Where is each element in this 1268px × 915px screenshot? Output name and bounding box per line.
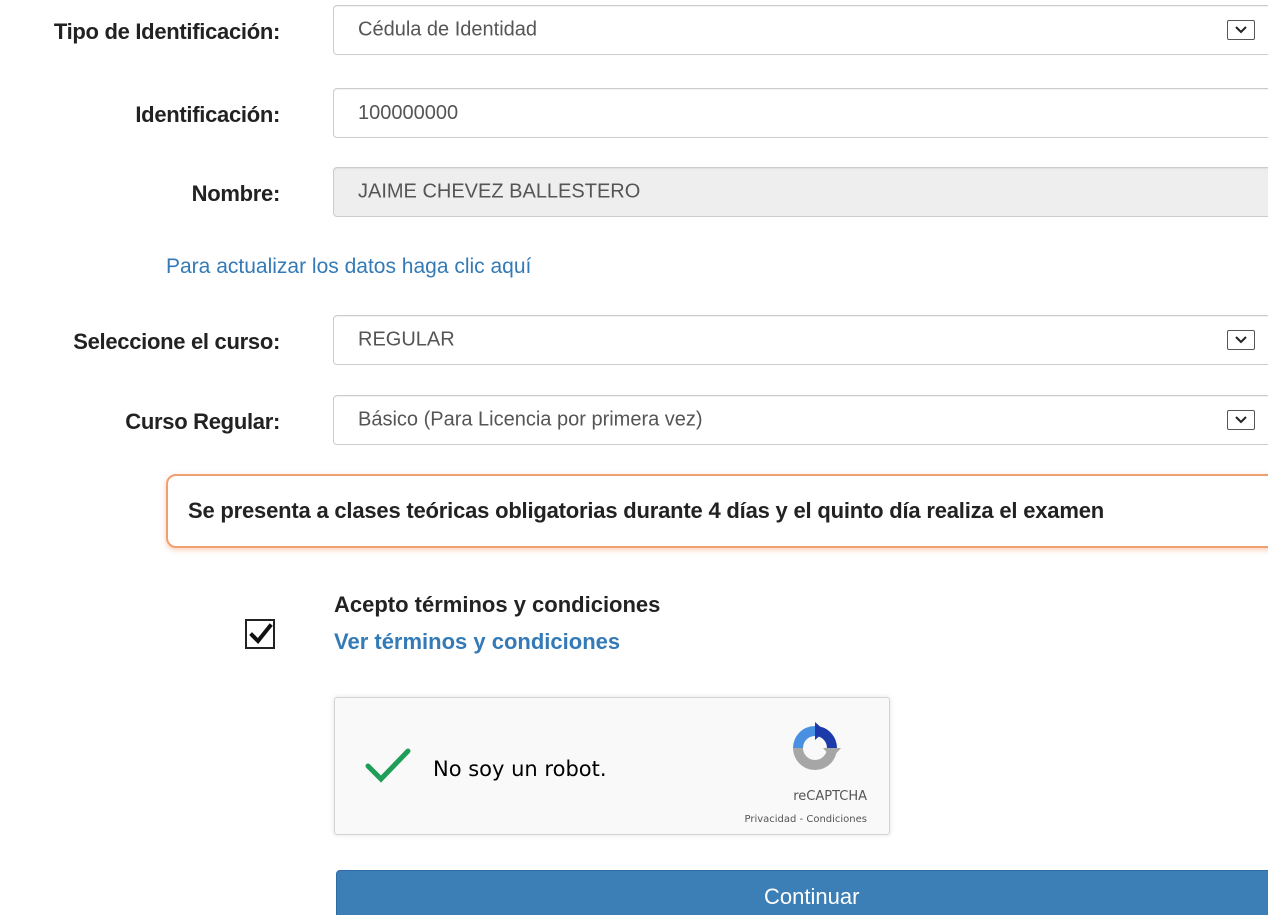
name-row: Nombre: JAIME CHEVEZ BALLESTERO bbox=[0, 167, 1268, 221]
id-number-input[interactable] bbox=[334, 89, 1268, 137]
name-field: JAIME CHEVEZ BALLESTERO bbox=[333, 167, 1268, 217]
chevron-down-icon[interactable] bbox=[1227, 410, 1255, 430]
id-number-label: Identificación: bbox=[135, 102, 280, 127]
green-check-icon bbox=[365, 748, 411, 783]
id-number-field-wrapper bbox=[333, 88, 1268, 138]
id-number-row: Identificación: bbox=[0, 88, 1268, 142]
course-selected-value: REGULAR bbox=[358, 328, 455, 351]
recaptcha-logo-icon bbox=[787, 720, 843, 781]
update-data-link[interactable]: Para actualizar los datos haga clic aquí bbox=[166, 255, 531, 279]
recaptcha-text: No soy un robot. bbox=[433, 757, 607, 781]
view-terms-link[interactable]: Ver términos y condiciones bbox=[334, 629, 620, 655]
course-notice: Se presenta a clases teóricas obligatori… bbox=[166, 474, 1268, 548]
registration-form: Tipo de Identificación: Cédula de Identi… bbox=[0, 0, 1268, 915]
regular-course-label: Curso Regular: bbox=[125, 409, 280, 434]
id-type-select[interactable]: Cédula de Identidad bbox=[333, 5, 1268, 55]
chevron-down-icon[interactable] bbox=[1227, 20, 1255, 40]
course-label: Seleccione el curso: bbox=[73, 329, 280, 354]
course-notice-text: Se presenta a clases teóricas obligatori… bbox=[188, 498, 1104, 523]
chevron-down-icon[interactable] bbox=[1227, 330, 1255, 350]
regular-course-selected-value: Básico (Para Licencia por primera vez) bbox=[358, 408, 703, 431]
name-label: Nombre: bbox=[191, 181, 281, 206]
regular-course-select[interactable]: Básico (Para Licencia por primera vez) bbox=[333, 395, 1268, 445]
regular-course-row: Curso Regular: Básico (Para Licencia por… bbox=[0, 395, 1268, 449]
id-type-row: Tipo de Identificación: Cédula de Identi… bbox=[0, 5, 1268, 59]
terms-checkbox[interactable] bbox=[245, 619, 275, 649]
course-row: Seleccione el curso: REGULAR bbox=[0, 315, 1268, 369]
recaptcha-checkbox[interactable] bbox=[365, 748, 411, 789]
recaptcha-privacy-links[interactable]: Privacidad - Condiciones bbox=[744, 814, 867, 825]
checkmark-icon bbox=[249, 623, 273, 644]
continue-button-label: Continuar bbox=[764, 884, 860, 909]
name-value: JAIME CHEVEZ BALLESTERO bbox=[358, 180, 641, 203]
course-select[interactable]: REGULAR bbox=[333, 315, 1268, 365]
recaptcha-widget: No soy un robot. reCAPTCHA Privacidad - … bbox=[334, 697, 890, 835]
recaptcha-brand: reCAPTCHA bbox=[793, 789, 867, 804]
id-type-label: Tipo de Identificación: bbox=[53, 19, 280, 44]
id-type-selected-value: Cédula de Identidad bbox=[358, 18, 538, 41]
terms-label: Acepto términos y condiciones bbox=[334, 592, 661, 617]
